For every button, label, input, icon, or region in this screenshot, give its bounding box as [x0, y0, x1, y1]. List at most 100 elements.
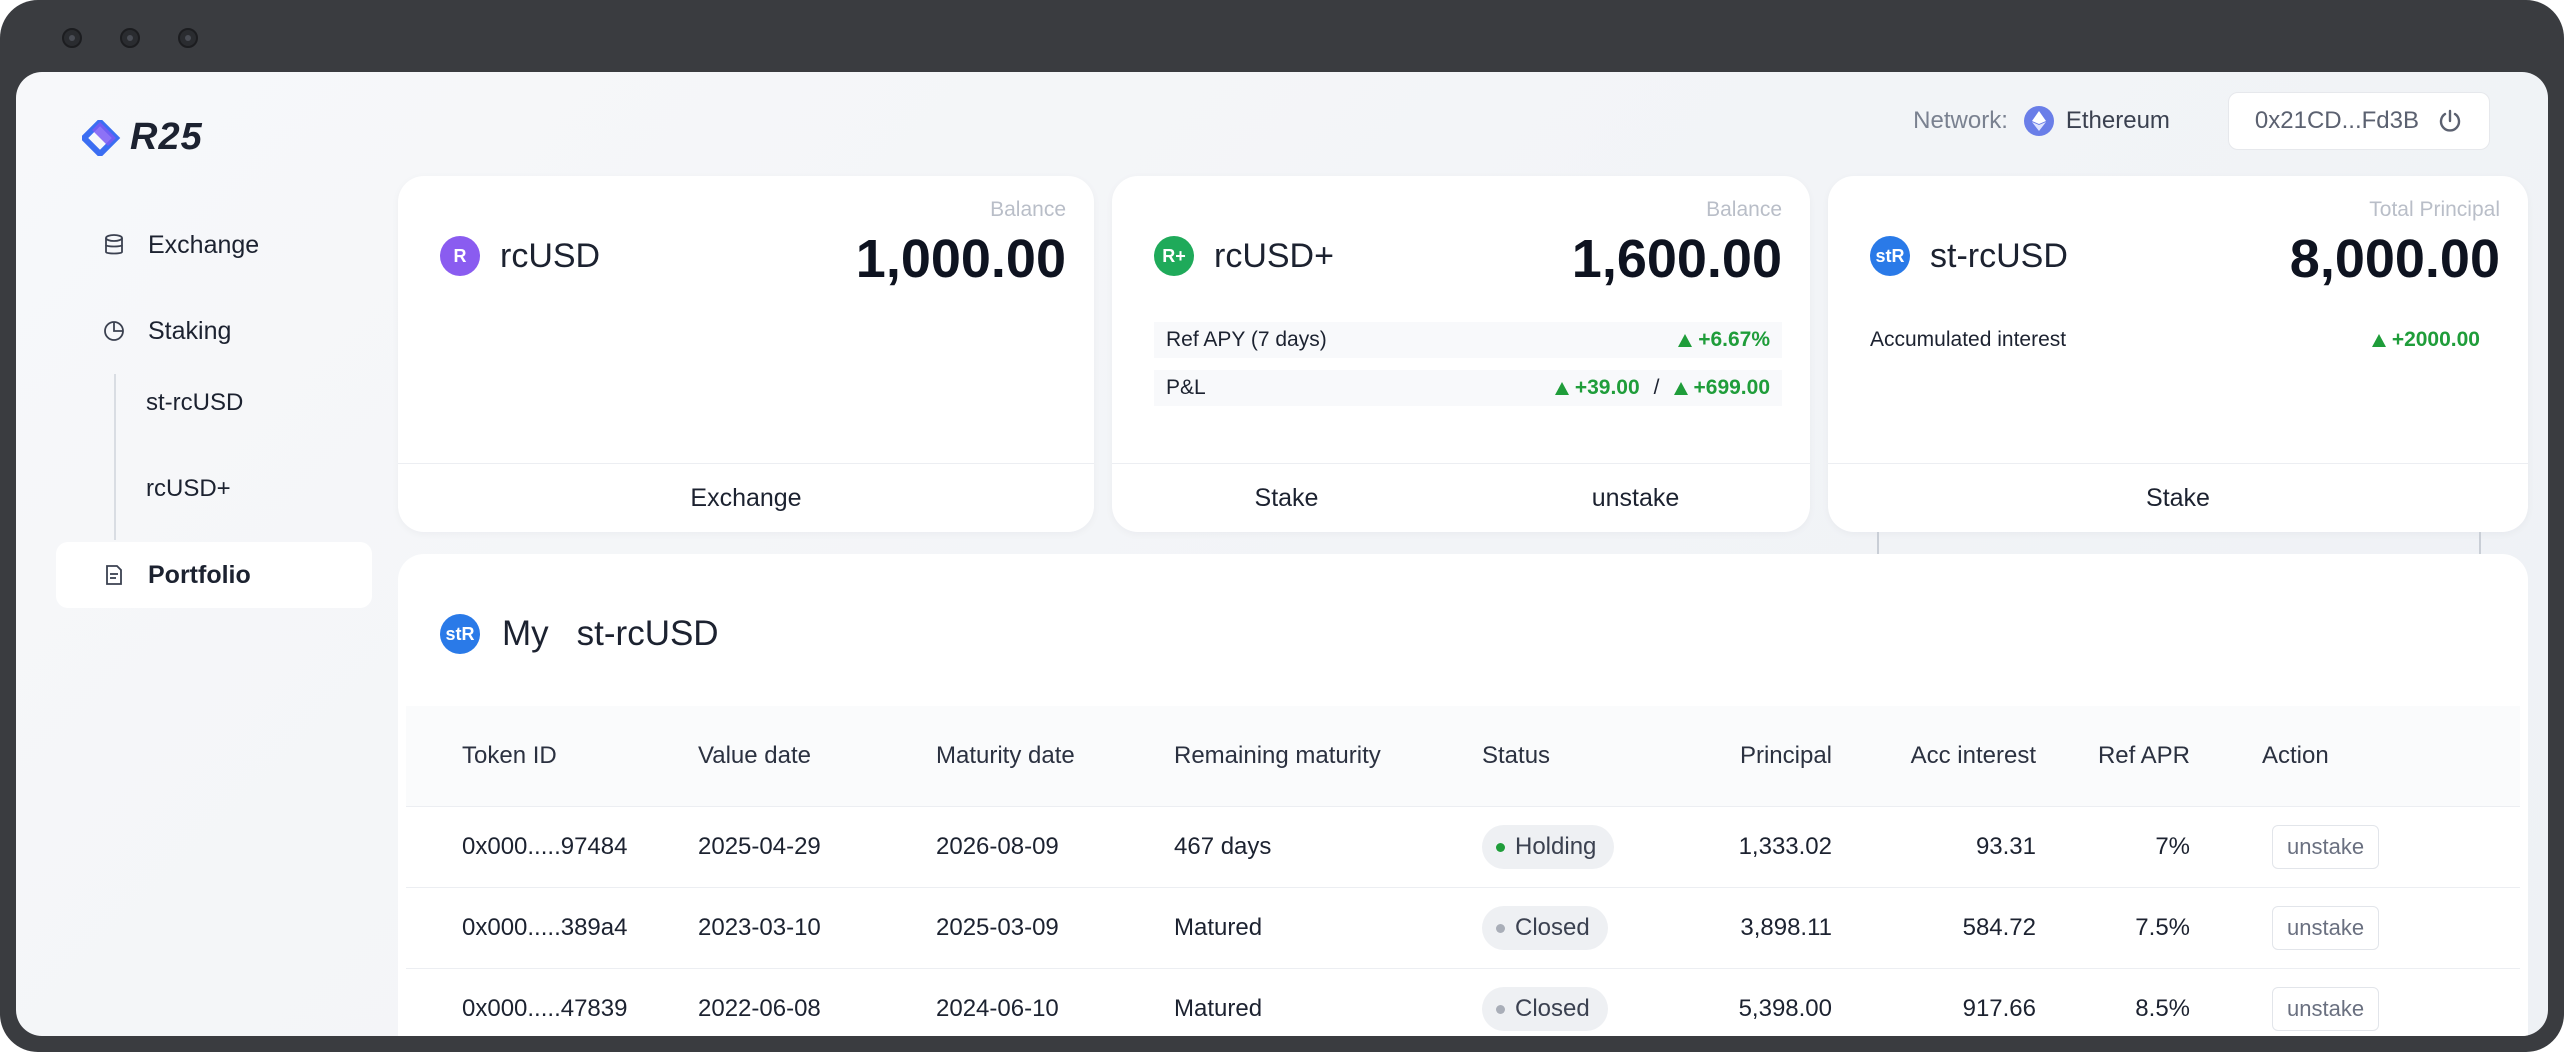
sidebar-item-portfolio[interactable]: Portfolio: [56, 542, 372, 608]
panel-title: stR My st-rcUSD: [440, 614, 719, 654]
column-header-acc-interest: Acc interest: [1910, 742, 2036, 769]
principal-cell: 3,898.11: [1740, 914, 1832, 941]
up-arrow-icon: [2371, 333, 2386, 347]
total-principal-label: Total Principal: [2369, 198, 2500, 221]
column-header-action: Action: [2262, 742, 2329, 769]
table-row: 0x000.....97484 2025-04-29 2026-08-09 46…: [406, 807, 2520, 888]
ref-apr-cell: 7.5%: [2135, 914, 2190, 941]
token-name-group: R rcUSD: [440, 236, 600, 276]
action-cell: unstake: [2200, 987, 2380, 1031]
sidebar-item-exchange[interactable]: Exchange: [56, 212, 372, 278]
wallet-button[interactable]: 0x21CD...Fd3B: [2227, 92, 2490, 150]
card-actions: Exchange: [398, 463, 1094, 532]
ref-apr-cell: 8.5%: [2135, 995, 2190, 1022]
status-badge: Closed: [1482, 987, 1608, 1031]
brand-name: R25: [130, 116, 203, 158]
brand-logo[interactable]: R25: [82, 116, 203, 159]
exchange-button[interactable]: Exchange: [398, 464, 1094, 532]
window-close-dot[interactable]: [62, 28, 82, 48]
pnl-values: +39.00 / +699.00: [1554, 376, 1771, 400]
token-id-cell: 0x000.....97484: [462, 833, 628, 860]
interest-value-group: +2000.00: [2371, 328, 2480, 352]
stake-button[interactable]: Stake: [1112, 464, 1461, 532]
card-actions: Stake unstake: [1112, 463, 1810, 532]
sidebar: Exchange Staking st-rcUSD rcUSD+ Portfol…: [56, 212, 372, 628]
unstake-button[interactable]: unstake: [2272, 987, 2380, 1031]
pnl-separator: /: [1653, 376, 1660, 399]
apy-value-group: +6.67%: [1678, 328, 1770, 352]
column-header-ref-apr: Ref APR: [2097, 742, 2190, 769]
unstake-button[interactable]: unstake: [1461, 464, 1810, 532]
column-header-status: Status: [1482, 742, 1551, 769]
apy-value: +6.67%: [1698, 328, 1770, 351]
sidebar-item-staking[interactable]: Staking: [56, 298, 372, 364]
network-indicator: Network: Ethereum: [1913, 106, 2170, 136]
pnl-value-1: +39.00: [1574, 376, 1640, 399]
unstake-button[interactable]: unstake: [2272, 825, 2380, 869]
column-header-principal: Principal: [1739, 742, 1832, 769]
card-rcusd-plus: Balance R+ rcUSD+ 1,600.00 Ref APY (7 da…: [1112, 176, 1810, 532]
action-cell: unstake: [2200, 906, 2380, 950]
title-prefix: My: [502, 614, 549, 653]
interest-value: +2000.00: [2391, 328, 2480, 351]
column-header-maturity-date: Maturity date: [936, 742, 1075, 769]
token-name: st-rcUSD: [1930, 236, 2068, 275]
acc-interest-cell: 584.72: [1962, 914, 2036, 941]
up-arrow-icon: [1554, 381, 1569, 395]
sidebar-item-label: Exchange: [148, 230, 260, 259]
ref-apr-cell: 7%: [2155, 833, 2190, 860]
window-maximize-dot[interactable]: [178, 28, 198, 48]
status-cell: Closed: [1482, 987, 1670, 1031]
pnl-row: P&L +39.00 / +699.00: [1154, 370, 1782, 406]
st-rcusd-token-icon: stR: [440, 614, 480, 654]
card-st-rcusd: Total Principal stR st-rcUSD 8,000.00 Ac…: [1828, 176, 2528, 532]
value-date-cell: 2023-03-10: [698, 914, 821, 941]
status-text: Closed: [1515, 914, 1590, 941]
portfolio-panel: stR My st-rcUSD Token ID Value date Matu…: [398, 554, 2528, 1036]
table-header: Token ID Value date Maturity date Remain…: [406, 706, 2520, 807]
token-name-group: stR st-rcUSD: [1870, 236, 2068, 276]
status-badge: Closed: [1482, 906, 1608, 950]
network-name: Ethereum: [2065, 107, 2170, 134]
staking-submenu: st-rcUSD rcUSD+: [56, 370, 372, 540]
remaining-maturity-cell: Matured: [1174, 914, 1263, 941]
up-arrow-icon: [1678, 333, 1693, 347]
status-text: Closed: [1515, 995, 1590, 1022]
balance-amount: 1,000.00: [855, 229, 1066, 289]
pnl-value-2: +699.00: [1693, 376, 1771, 399]
principal-cell: 1,333.02: [1738, 833, 1832, 860]
pnl-label: P&L: [1166, 376, 1206, 399]
stake-button[interactable]: Stake: [1828, 464, 2528, 532]
token-name: rcUSD: [500, 236, 601, 275]
rcusd-plus-token-icon: R+: [1154, 236, 1194, 276]
unstake-button[interactable]: unstake: [2272, 906, 2380, 950]
pnl-value-group: +699.00: [1673, 376, 1771, 400]
principal-cell: 5,398.00: [1738, 995, 1832, 1022]
window-minimize-dot[interactable]: [120, 28, 140, 48]
maturity-date-cell: 2025-03-09: [936, 914, 1059, 941]
table-row: 0x000.....389a4 2023-03-10 2025-03-09 Ma…: [406, 888, 2520, 969]
balance-label: Balance: [990, 198, 1066, 221]
network-label: Network:: [1913, 107, 2008, 134]
power-icon[interactable]: [2437, 108, 2463, 134]
acc-interest-cell: 917.66: [1962, 995, 2036, 1022]
sidebar-subitem-rcusd-plus[interactable]: rcUSD+: [56, 456, 372, 522]
title-token: st-rcUSD: [576, 614, 719, 653]
column-header-value-date: Value date: [698, 742, 811, 769]
token-id-cell: 0x000.....389a4: [462, 914, 628, 941]
status-dot-icon: [1496, 923, 1505, 933]
st-rcusd-token-icon: stR: [1870, 236, 1910, 276]
network-selector[interactable]: Ethereum: [2023, 106, 2170, 136]
sidebar-subitem-st-rcusd[interactable]: st-rcUSD: [56, 370, 372, 436]
pnl-value-group: +39.00: [1554, 376, 1640, 400]
document-icon: [106, 565, 122, 585]
status-cell: Holding: [1482, 825, 1670, 869]
card-rcusd: Balance R rcUSD 1,000.00 Exchange: [398, 176, 1094, 532]
total-principal-amount: 8,000.00: [2289, 229, 2500, 289]
database-icon: [105, 234, 123, 255]
holdings-table: Token ID Value date Maturity date Remain…: [406, 706, 2520, 1036]
top-bar: Network: Ethereum 0x21CD...Fd3B: [1913, 92, 2490, 150]
interest-label: Accumulated interest: [1870, 328, 2067, 351]
value-date-cell: 2022-06-08: [698, 995, 821, 1022]
status-text: Holding: [1515, 833, 1597, 860]
